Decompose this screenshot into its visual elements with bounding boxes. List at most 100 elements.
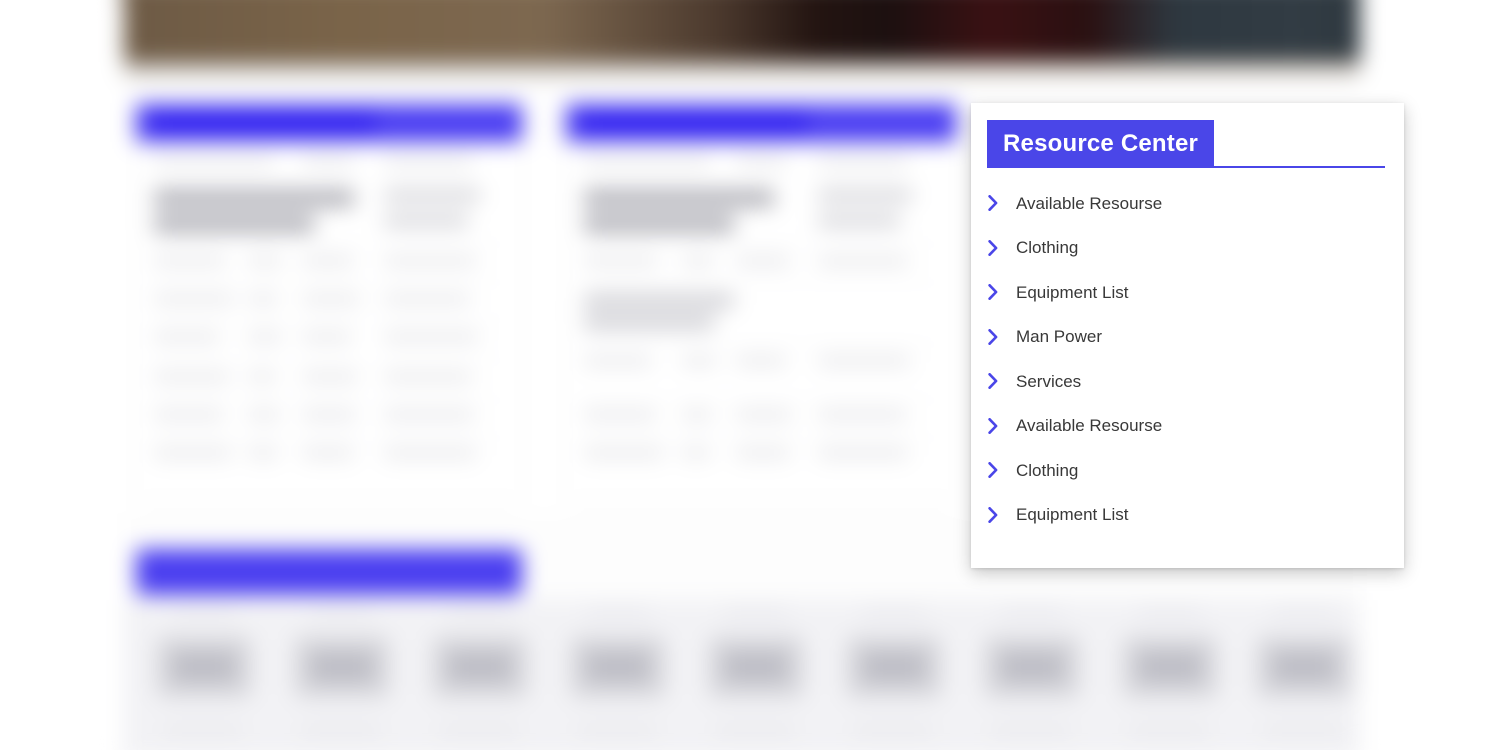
background-logo-caption <box>862 608 926 617</box>
background-table-cell <box>818 190 912 200</box>
background-table-cell <box>818 216 900 226</box>
background-table-cell <box>154 216 314 232</box>
background-table-cell <box>384 216 468 226</box>
background-table-cell <box>584 410 656 420</box>
resource-center-panel: Resource Center Available Resourse Cloth… <box>971 103 1404 568</box>
background-logo-footnote <box>440 726 518 734</box>
background-table-cell <box>584 256 658 266</box>
background-hero-banner <box>122 0 1360 62</box>
background-hero-shadow <box>122 58 1360 84</box>
panel-title-block: Resource Center <box>987 120 1215 168</box>
background-logo-footnote <box>854 726 932 734</box>
list-item-equipment-list-1[interactable]: Equipment List <box>971 270 1404 315</box>
background-table-cell <box>154 332 220 342</box>
background-table-cell <box>736 410 792 420</box>
background-column-header <box>154 156 274 167</box>
background-logo-footnote <box>302 726 380 734</box>
panel-title: Resource Center <box>1003 130 1199 157</box>
background-table-cell <box>154 372 230 382</box>
background-logo <box>570 636 666 698</box>
background-cta-button <box>136 549 522 595</box>
list-item-label: Equipment List <box>1016 282 1129 302</box>
background-logo <box>708 636 804 698</box>
background-logo-caption <box>448 608 512 617</box>
background-logo-caption <box>310 608 374 617</box>
list-item-clothing-1[interactable]: Clothing <box>971 226 1404 271</box>
background-row-divider <box>150 282 508 283</box>
background-table-cell <box>302 294 360 304</box>
background-table-cell <box>248 372 276 382</box>
background-table-cell <box>736 356 786 366</box>
background-table-cell <box>682 410 712 420</box>
list-item-label: Man Power <box>1016 327 1102 347</box>
background-logo <box>294 636 390 698</box>
background-logo <box>432 636 528 698</box>
background-logo-caption <box>172 608 236 617</box>
list-item-label: Clothing <box>1016 238 1079 258</box>
list-item-clothing-2[interactable]: Clothing <box>971 448 1404 493</box>
background-table-cell <box>736 256 790 266</box>
background-logo <box>1256 636 1352 698</box>
background-table-cell <box>154 448 232 458</box>
background-column-header <box>584 156 710 167</box>
background-logo <box>1122 636 1218 698</box>
background-table-cell <box>384 256 476 266</box>
list-item-label: Clothing <box>1016 460 1079 480</box>
background-table-cell <box>818 448 908 458</box>
chevron-right-icon <box>988 239 1016 256</box>
background-row-divider <box>580 282 942 283</box>
background-logo-caption <box>586 608 650 617</box>
background-table-cell <box>248 410 280 420</box>
background-column-header <box>302 156 354 167</box>
background-card-left-header <box>136 104 522 142</box>
panel-header-underline <box>987 166 1385 168</box>
background-logo-caption <box>1000 608 1064 617</box>
background-row-divider <box>150 320 508 321</box>
chevron-right-icon <box>988 284 1016 301</box>
background-row-divider <box>580 400 942 401</box>
screenshot-stage: Resource Center Available Resourse Cloth… <box>0 0 1500 750</box>
chevron-right-icon <box>988 195 1016 212</box>
background-row-divider <box>150 400 508 401</box>
list-item-man-power[interactable]: Man Power <box>971 315 1404 360</box>
list-item-label: Equipment List <box>1016 505 1129 525</box>
background-row-divider <box>150 360 508 361</box>
background-logo-caption <box>1272 608 1336 617</box>
background-logo-footnote <box>1130 726 1208 734</box>
resource-list: Available Resourse Clothing Equipment Li… <box>971 181 1404 537</box>
background-table-cell <box>818 256 908 266</box>
background-logo-caption <box>1138 608 1202 617</box>
background-logo-footnote <box>1264 726 1342 734</box>
background-table-cell <box>682 256 714 266</box>
list-item-available-resourse-1[interactable]: Available Resourse <box>971 181 1404 226</box>
background-table-cell <box>818 356 910 366</box>
background-row-divider <box>580 344 942 345</box>
list-item-available-resourse-2[interactable]: Available Resourse <box>971 404 1404 449</box>
list-item-label: Available Resourse <box>1016 193 1163 213</box>
background-table-cell <box>584 356 652 366</box>
background-logo <box>846 636 942 698</box>
background-table-cell <box>154 190 354 206</box>
background-table-cell <box>384 448 476 458</box>
background-table-cell <box>248 332 282 342</box>
list-item-label: Services <box>1016 371 1082 391</box>
background-card-right <box>566 104 956 500</box>
background-card-left <box>136 104 522 500</box>
background-logo-footnote <box>164 726 242 734</box>
background-table-cell <box>154 410 224 420</box>
background-logo-footnote <box>578 726 656 734</box>
background-table-cell <box>302 448 354 458</box>
background-table-cell <box>818 410 906 420</box>
background-table-cell <box>682 448 710 458</box>
background-row-divider <box>580 438 942 439</box>
background-row-divider <box>580 244 942 245</box>
background-table-cell <box>248 256 282 266</box>
list-item-equipment-list-2[interactable]: Equipment List <box>971 493 1404 538</box>
background-column-header <box>736 156 786 167</box>
background-table-cell <box>154 256 226 266</box>
background-table-cell <box>736 448 790 458</box>
list-item-services[interactable]: Services <box>971 359 1404 404</box>
background-column-header <box>384 156 472 167</box>
background-table-cell <box>584 316 714 329</box>
chevron-right-icon <box>988 417 1016 434</box>
